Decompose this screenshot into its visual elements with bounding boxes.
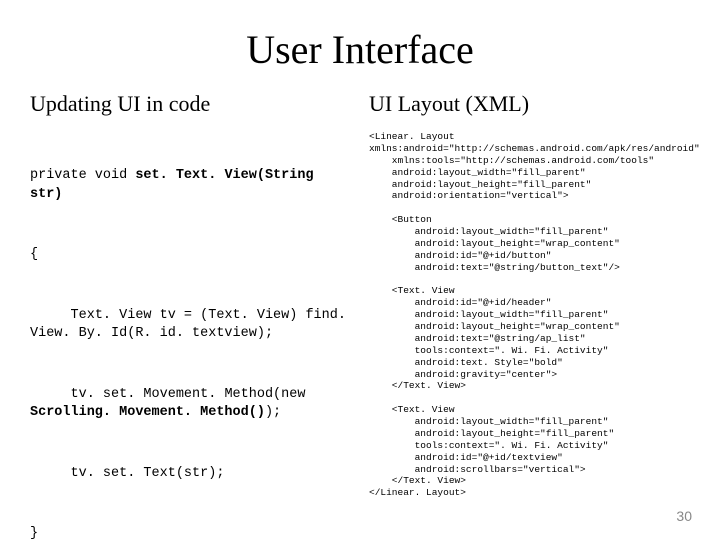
slide: User Interface Updating UI in code priva… xyxy=(0,0,720,540)
right-heading: UI Layout (XML) xyxy=(369,91,690,117)
left-column: Updating UI in code private void set. Te… xyxy=(30,91,351,540)
page-number: 30 xyxy=(676,508,692,524)
left-heading: Updating UI in code xyxy=(30,91,351,117)
code-line-3: tv. set. Text(str); xyxy=(30,465,351,483)
columns: Updating UI in code private void set. Te… xyxy=(30,91,690,540)
java-code-block: private void set. Text. View(String str)… xyxy=(30,131,351,540)
brace-close: } xyxy=(30,525,351,540)
code-line-1: Text. View tv = (Text. View) find. View.… xyxy=(30,307,351,343)
code-line-2-bold: Scrolling. Movement. Method() xyxy=(30,405,265,420)
code-line-2-suf: ); xyxy=(265,405,281,420)
code-line-2: tv. set. Movement. Method(new Scrolling.… xyxy=(30,386,351,422)
brace-open: { xyxy=(30,246,351,264)
right-column: UI Layout (XML) <Linear. Layout xmlns:an… xyxy=(369,91,690,540)
code-line-2-pre: tv. set. Movement. Method(new xyxy=(30,387,314,402)
sig-prefix: private void xyxy=(30,168,135,183)
xml-code-block: <Linear. Layout xmlns:android="http://sc… xyxy=(369,131,690,499)
method-signature: private void set. Text. View(String str) xyxy=(30,167,351,203)
slide-title: User Interface xyxy=(30,26,690,73)
